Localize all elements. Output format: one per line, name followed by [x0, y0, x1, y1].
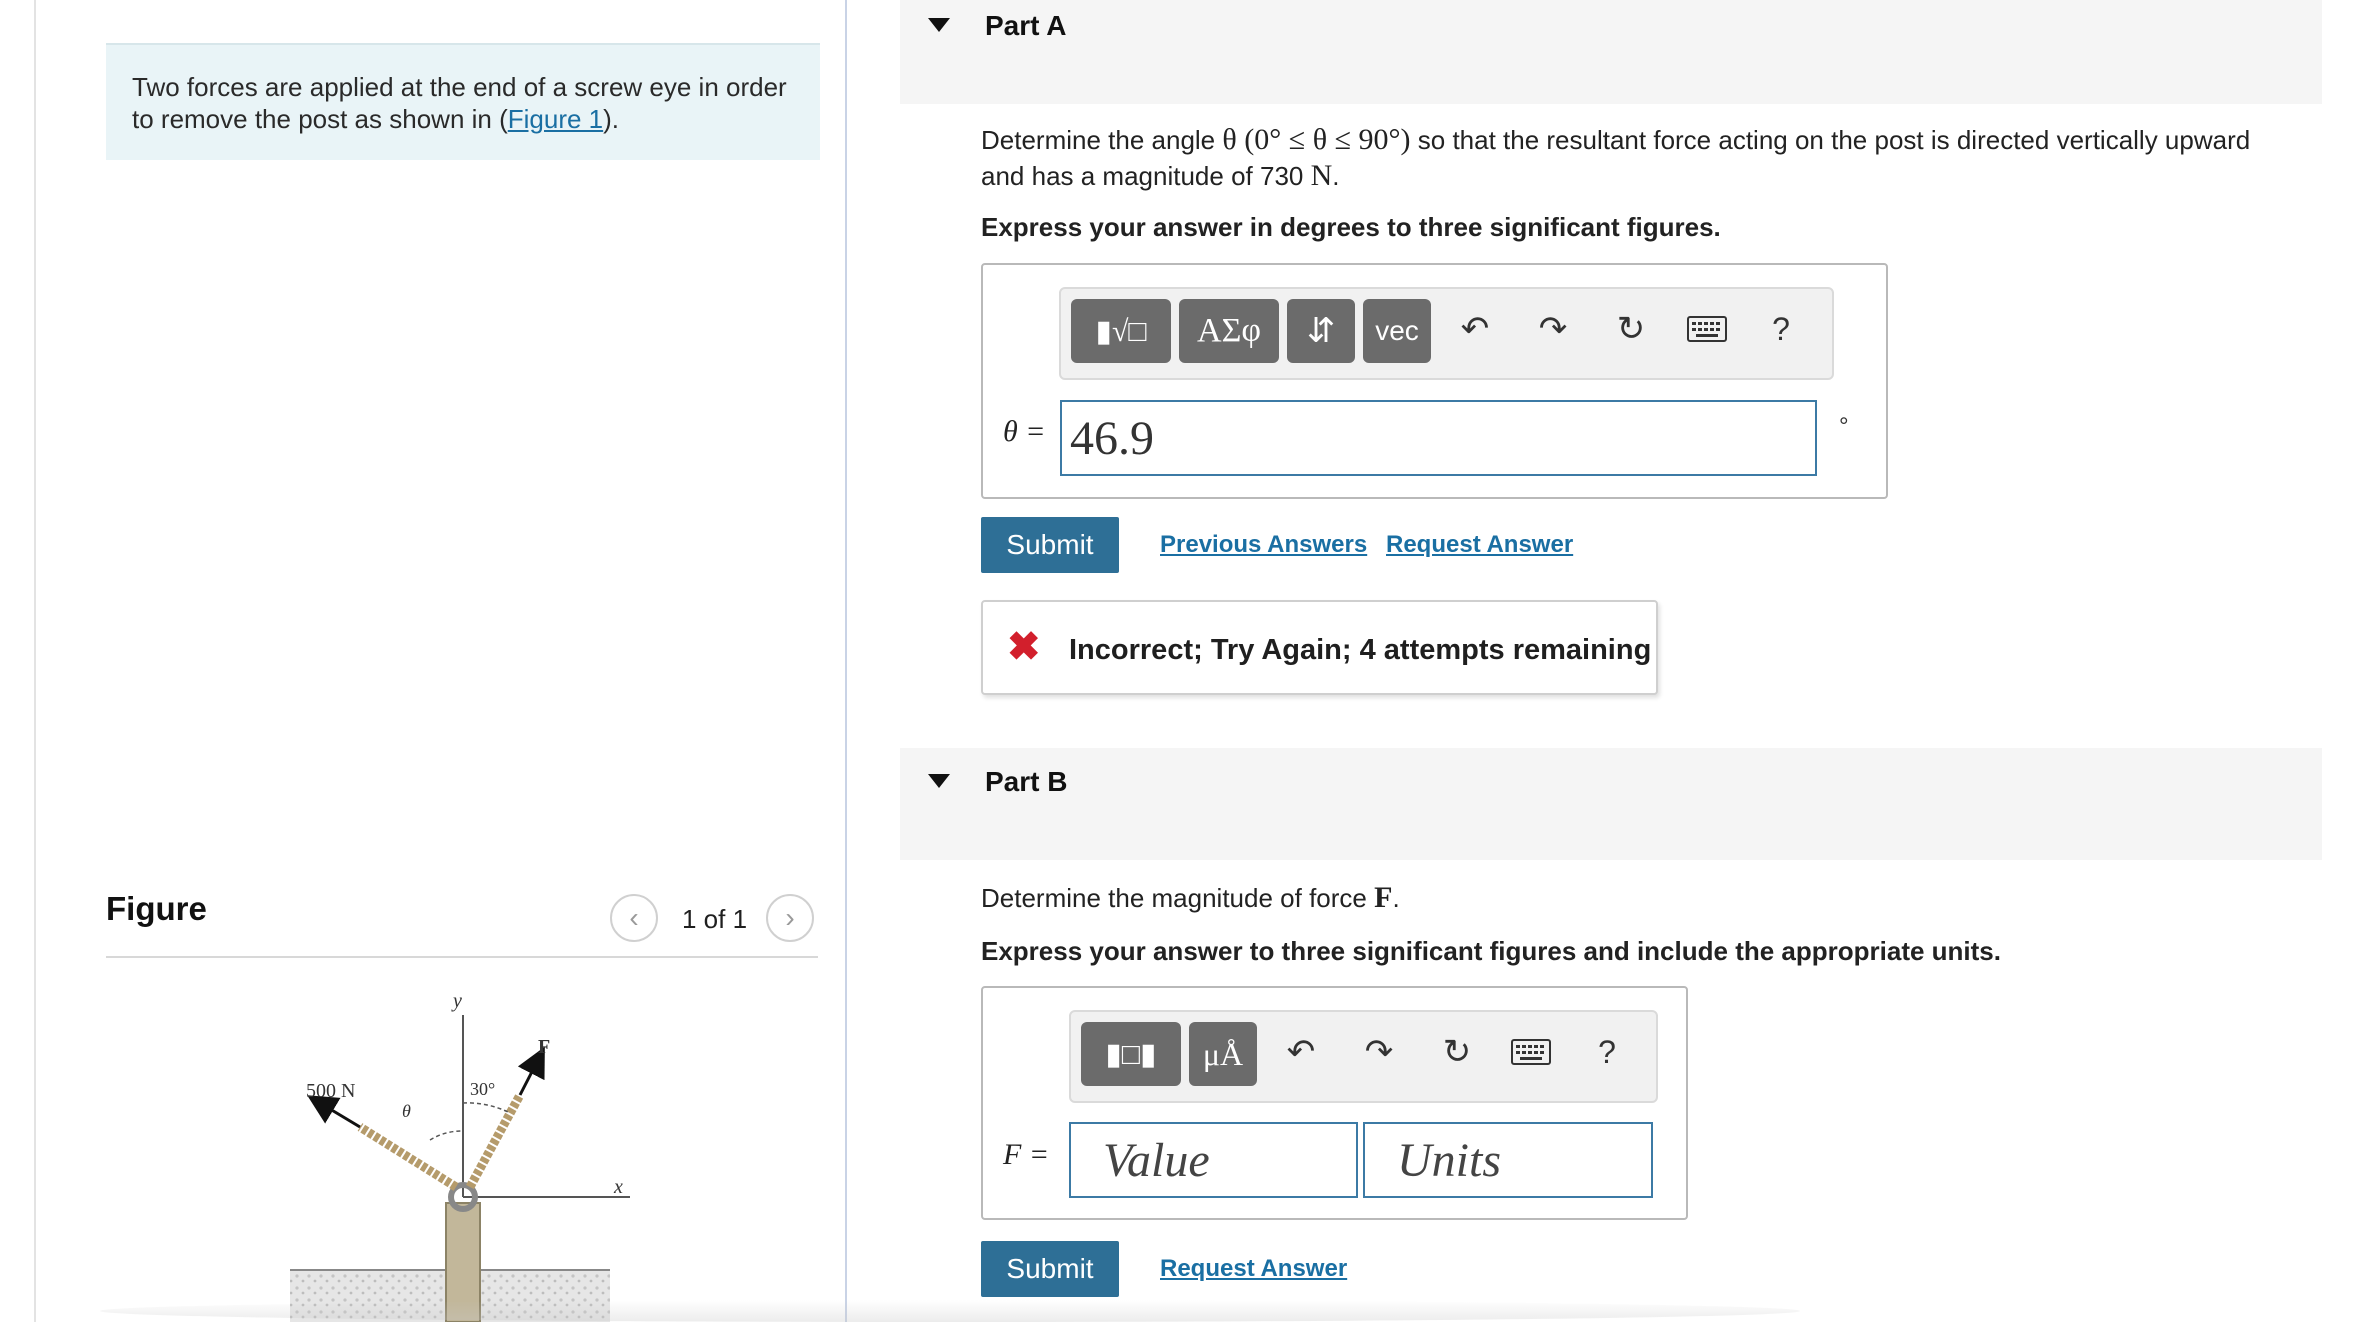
- collapse-caret-icon[interactable]: [928, 774, 950, 788]
- reset-icon[interactable]: ↻: [1611, 309, 1651, 349]
- rope-right: [466, 1092, 524, 1190]
- part-a-instruction: Express your answer in degrees to three …: [981, 212, 1721, 242]
- label-x-axis: x: [613, 1176, 623, 1198]
- angle-theta-arc: [429, 1130, 464, 1141]
- label-500n: 500 N: [306, 1080, 355, 1102]
- part-a-question-mid: so that the resultant force acting on th…: [1410, 125, 2251, 155]
- part-b-title: Part B: [985, 766, 1068, 797]
- force-500n-arrow: [307, 1095, 361, 1129]
- chevron-left-icon: ‹: [629, 902, 639, 933]
- part-a-answer-box: ▮√□ ΑΣφ ⇵ vec ↶ ↷ ↻ ? θ = 46.9 °: [981, 263, 1888, 499]
- templates-button[interactable]: ▮□▮: [1081, 1022, 1181, 1086]
- column-divider: [845, 0, 847, 1322]
- force-f-arrow: [517, 1046, 545, 1096]
- feedback-message: ✖ Incorrect; Try Again; 4 attempts remai…: [981, 600, 1658, 695]
- part-a-question-unit: N: [1310, 159, 1333, 192]
- keyboard-icon[interactable]: [1685, 309, 1729, 349]
- part-b-toolbar: ▮□▮ μÅ ↶ ↷ ↻ ?: [1069, 1010, 1658, 1103]
- part-b-submit-button[interactable]: Submit: [981, 1241, 1119, 1297]
- label-y-axis: y: [451, 990, 462, 1012]
- label-30-deg: 30°: [470, 1079, 495, 1099]
- page-left-border: [34, 0, 36, 1322]
- part-b-instruction: Express your answer to three significant…: [981, 936, 2001, 966]
- theta-answer-input[interactable]: 46.9: [1060, 400, 1817, 476]
- value-input[interactable]: Value: [1069, 1122, 1358, 1198]
- part-a-question: Determine the angle θ (0° ≤ θ ≤ 90°) so …: [981, 122, 2301, 194]
- part-a-question-math: θ (0° ≤ θ ≤ 90°): [1222, 123, 1411, 156]
- redo-icon[interactable]: ↷: [1533, 309, 1573, 349]
- help-button[interactable]: ?: [1761, 309, 1801, 349]
- part-b-question: Determine the magnitude of force F.: [981, 880, 1400, 916]
- arrows-button[interactable]: ⇵: [1287, 299, 1355, 363]
- figure-header: Figure ‹ 1 of 1 ›: [106, 880, 818, 958]
- part-b-question-post: .: [1392, 883, 1400, 913]
- part-a-submit-button[interactable]: Submit: [981, 517, 1119, 573]
- figure-prev-button[interactable]: ‹: [610, 894, 658, 942]
- part-b-question-math: F: [1374, 881, 1393, 914]
- figure-counter: 1 of 1: [682, 904, 748, 934]
- part-a-toolbar: ▮√□ ΑΣφ ⇵ vec ↶ ↷ ↻ ?: [1059, 287, 1834, 380]
- theta-label: θ =: [1003, 415, 1046, 448]
- bottom-fade: [100, 1300, 1800, 1322]
- incorrect-x-icon: ✖: [1007, 625, 1041, 669]
- part-b-question-pre: Determine the magnitude of force: [981, 883, 1375, 913]
- reset-icon[interactable]: ↻: [1437, 1032, 1477, 1072]
- figure-diagram: y x 500 N F θ 30°: [290, 990, 630, 1322]
- part-a-header[interactable]: Part A: [900, 0, 2322, 104]
- redo-icon[interactable]: ↷: [1359, 1032, 1399, 1072]
- help-button[interactable]: ?: [1587, 1032, 1627, 1072]
- problem-intro: Two forces are applied at the end of a s…: [106, 43, 820, 160]
- undo-icon[interactable]: ↶: [1455, 309, 1495, 349]
- f-label: F =: [1003, 1138, 1050, 1171]
- degree-unit: °: [1839, 413, 1849, 440]
- greek-symbols-button[interactable]: ΑΣφ: [1179, 299, 1279, 363]
- part-a-question-line2: and has a magnitude of 730: [981, 161, 1311, 191]
- units-button[interactable]: μÅ: [1189, 1022, 1257, 1086]
- part-b-request-answer-link[interactable]: Request Answer: [1160, 1255, 1347, 1283]
- intro-text-end: ).: [603, 104, 620, 134]
- collapse-caret-icon[interactable]: [928, 18, 950, 32]
- part-a-question-line2-end: .: [1332, 161, 1340, 191]
- templates-icon: ▮□▮: [1105, 1037, 1157, 1071]
- part-b-header[interactable]: Part B: [900, 748, 2322, 860]
- fraction-radical-template-icon: ▮√□: [1095, 314, 1147, 348]
- chevron-right-icon: ›: [785, 902, 795, 933]
- keyboard-icon[interactable]: [1509, 1032, 1553, 1072]
- part-a-question-pre: Determine the angle: [981, 125, 1223, 155]
- part-b-answer-box: ▮□▮ μÅ ↶ ↷ ↻ ? F = Value Units: [981, 986, 1688, 1220]
- previous-answers-link[interactable]: Previous Answers: [1160, 531, 1367, 559]
- rope-left: [357, 1123, 459, 1191]
- feedback-text: Incorrect; Try Again; 4 attempts remaini…: [1069, 634, 1652, 666]
- label-f: F: [538, 1036, 550, 1058]
- vector-button[interactable]: vec: [1363, 299, 1431, 363]
- units-input[interactable]: Units: [1363, 1122, 1653, 1198]
- part-a-request-answer-link[interactable]: Request Answer: [1386, 531, 1573, 559]
- figure-next-button[interactable]: ›: [766, 894, 814, 942]
- part-a-title: Part A: [985, 10, 1067, 41]
- angle-30-arc: [462, 1102, 509, 1113]
- figure-link[interactable]: Figure 1: [508, 104, 603, 134]
- figure-title: Figure: [106, 890, 207, 927]
- label-theta: θ: [402, 1101, 411, 1121]
- templates-button[interactable]: ▮√□: [1071, 299, 1171, 363]
- undo-icon[interactable]: ↶: [1281, 1032, 1321, 1072]
- intro-text: Two forces are applied at the end of a s…: [132, 72, 787, 134]
